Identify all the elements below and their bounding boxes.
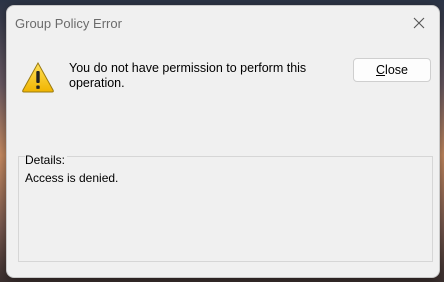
error-message: You do not have permission to perform th… xyxy=(69,61,307,90)
close-icon[interactable] xyxy=(399,6,439,40)
details-text: Access is denied. xyxy=(25,171,119,185)
close-button-label-rest: lose xyxy=(385,63,408,77)
title-bar[interactable]: Group Policy Error xyxy=(7,6,439,40)
window-title: Group Policy Error xyxy=(15,16,122,31)
warning-icon xyxy=(21,61,55,93)
details-label: Details: xyxy=(25,153,68,167)
group-policy-error-dialog: Group Policy Error You do not have permi… xyxy=(6,5,440,278)
close-button-mnemonic: C xyxy=(376,63,386,77)
close-button[interactable]: Close xyxy=(353,58,431,82)
